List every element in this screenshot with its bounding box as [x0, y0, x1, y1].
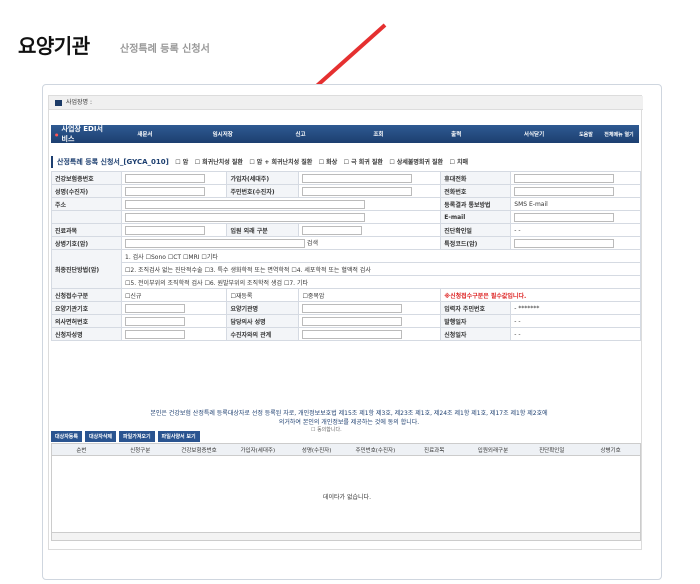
logo-icon: ●	[55, 131, 59, 137]
page-title: 요양기관	[18, 34, 90, 58]
import-button[interactable]: 파일가져오기	[119, 431, 155, 442]
cb-rare[interactable]: ☐ 희귀난치성 질환	[195, 159, 243, 166]
nav-logo[interactable]: ● 사업장 EDI서비스	[51, 125, 106, 143]
spec-button[interactable]: 파일사양서 보기	[157, 431, 200, 442]
nav-item[interactable]: 출력	[417, 130, 495, 138]
form-table: 건강보험증번호 가입자(세대주) 휴대전화 성명(수진자) 주민번호(수진자) 전화번호…	[51, 171, 641, 341]
cb-unspec[interactable]: ☐ 상세불명희귀 질환	[389, 159, 443, 166]
app-window: 사업장명 : ● 사업장 EDI서비스 새문서 임시저장 신고 조회 출력 서식닫…	[48, 95, 643, 550]
nav-item[interactable]: 조회	[339, 130, 417, 138]
menu-link[interactable]: 전체메뉴 열기	[599, 131, 639, 138]
action-buttons: 대상자등록 대상자삭제 파일가져오기 파일사양서 보기	[51, 431, 200, 442]
consent-notice: 본인은 건강보험 산정특례 등록대상자로 선정 등록된 자로, 개인정보보호법 …	[150, 410, 548, 426]
biz-bar: 사업장명 :	[49, 96, 643, 110]
page-subtitle: 산정특례 등록 신청서	[120, 44, 210, 55]
nav-item-save[interactable]: 임시저장	[184, 130, 262, 138]
biz-label: 사업장명 :	[66, 99, 93, 106]
root: 요양기관 산정특례 등록 신청서 사업장명 : ● 사업장 EDI서비스 새문서 …	[0, 0, 700, 584]
cb-cancer[interactable]: ☐ 암	[175, 159, 188, 166]
cb-burn[interactable]: ☐ 화상	[319, 159, 338, 166]
grid-header: 순번 신청구분 건강보험증번호 가입자(세대주) 성명(수진자) 주민번호(수진자) 진료과…	[52, 444, 640, 456]
diag-opts1: 1. 검사 ☐Sono ☐CT ☐MRI ☐기타	[121, 249, 641, 263]
cb-both[interactable]: ☐ 암 + 희귀난치성 질환	[249, 159, 312, 166]
empty-message: 데이타가 없습니다.	[323, 494, 371, 501]
help-link[interactable]: 도움말	[573, 131, 599, 138]
nav-item[interactable]: 새문서	[106, 130, 184, 138]
nav-bar: ● 사업장 EDI서비스 새문서 임시저장 신고 조회 출력 서식닫기 도움말 전…	[51, 125, 639, 143]
result-grid: 순번 신청구분 건강보험증번호 가입자(세대주) 성명(수진자) 주민번호(수진자) 진료과…	[51, 443, 641, 541]
register-button[interactable]: 대상자등록	[51, 431, 83, 442]
biz-icon	[55, 99, 62, 106]
cb-dementia[interactable]: ☐ 치매	[450, 159, 469, 166]
agree-checkbox[interactable]: ☐ 동의합니다.	[311, 426, 342, 433]
delete-button[interactable]: 대상자삭제	[85, 431, 117, 442]
nav-item[interactable]: 신고	[262, 130, 340, 138]
cb-ultra[interactable]: ☐ 극 희귀 질환	[344, 159, 383, 166]
form-header: 산정특례 등록 신청서_[GYCA_010] ☐ 암 ☐ 희귀난치성 질환 ☐ …	[51, 156, 641, 168]
horizontal-scrollbar[interactable]	[52, 532, 640, 540]
nav-item[interactable]: 서식닫기	[495, 130, 573, 138]
